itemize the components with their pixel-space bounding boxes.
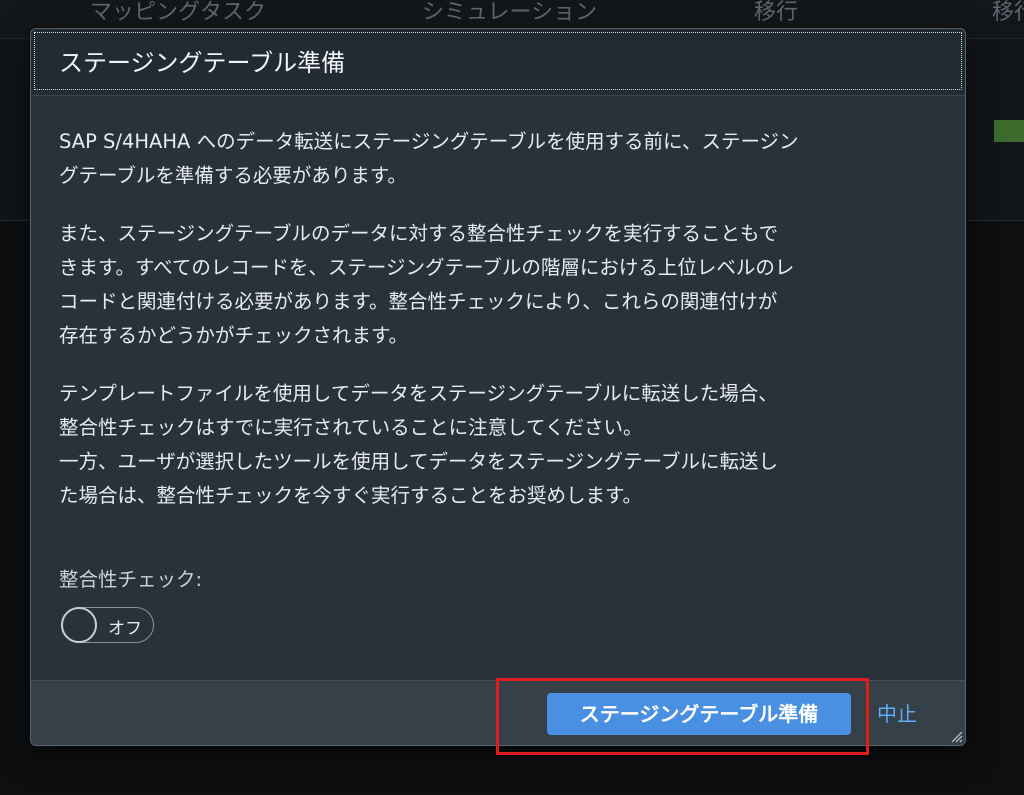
prepare-staging-tables-button[interactable]: ステージングテーブル準備: [547, 693, 851, 735]
toggle-state-label: オフ: [108, 619, 142, 639]
template-file-paragraph: テンプレートファイルを使用してデータをステージングテーブルに転送した場合、 整合…: [59, 382, 778, 507]
tab-migration[interactable]: 移行: [754, 0, 798, 26]
dialog-header: ステージングテーブル準備: [31, 29, 965, 96]
dialog-body: SAP S/4HAHA へのデータ転送にステージングテーブルを使用する前に、ステ…: [59, 125, 939, 537]
prepare-staging-tables-dialog: ステージングテーブル準備 SAP S/4HAHA へのデータ転送にステージングテ…: [30, 28, 966, 746]
background-progress-bar: [994, 120, 1024, 142]
dialog-footer: ステージングテーブル準備 中止: [31, 680, 965, 745]
toggle-knob: [61, 607, 97, 643]
consistency-paragraph: また、ステージングテーブルのデータに対する整合性チェックを実行することもで きま…: [59, 222, 795, 347]
tab-migration-2[interactable]: 移行: [992, 0, 1024, 26]
consistency-check-toggle[interactable]: オフ: [61, 607, 154, 643]
intro-paragraph: SAP S/4HAHA へのデータ転送にステージングテーブルを使用する前に、ステ…: [59, 130, 799, 187]
tab-simulation[interactable]: シミュレーション: [422, 0, 597, 26]
resize-grip-icon[interactable]: [949, 729, 963, 743]
cancel-button[interactable]: 中止: [877, 693, 917, 735]
tab-mapping-tasks[interactable]: マッピングタスク: [90, 0, 266, 26]
consistency-check-label: 整合性チェック:: [59, 568, 203, 591]
dialog-title: ステージングテーブル準備: [59, 49, 346, 77]
